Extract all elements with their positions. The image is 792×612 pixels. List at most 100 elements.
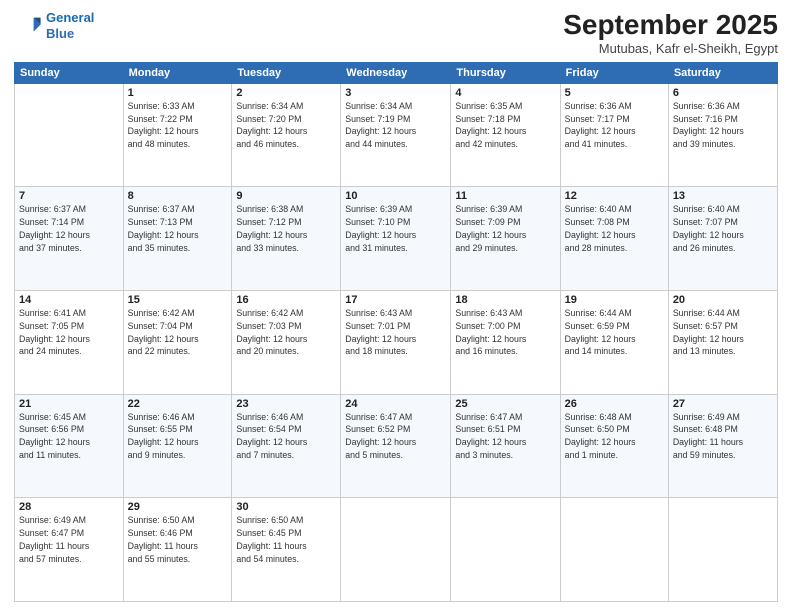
day-number: 15 (128, 294, 228, 306)
day-info: Sunrise: 6:36 AM Sunset: 7:17 PM Dayligh… (565, 100, 664, 151)
page: General Blue September 2025 Mutubas, Kaf… (0, 0, 792, 612)
day-cell: 30Sunrise: 6:50 AM Sunset: 6:45 PM Dayli… (232, 498, 341, 602)
day-number: 3 (345, 87, 446, 99)
day-number: 9 (236, 190, 336, 202)
day-number: 18 (455, 294, 555, 306)
day-cell: 12Sunrise: 6:40 AM Sunset: 7:08 PM Dayli… (560, 187, 668, 291)
day-number: 13 (673, 190, 773, 202)
day-cell: 14Sunrise: 6:41 AM Sunset: 7:05 PM Dayli… (15, 291, 124, 395)
header-day-monday: Monday (123, 62, 232, 83)
day-cell (451, 498, 560, 602)
day-cell: 15Sunrise: 6:42 AM Sunset: 7:04 PM Dayli… (123, 291, 232, 395)
day-info: Sunrise: 6:43 AM Sunset: 7:00 PM Dayligh… (455, 307, 555, 358)
day-info: Sunrise: 6:35 AM Sunset: 7:18 PM Dayligh… (455, 100, 555, 151)
day-number: 1 (128, 87, 228, 99)
logo-icon (14, 12, 42, 40)
title-block: September 2025 Mutubas, Kafr el-Sheikh, … (563, 10, 778, 56)
day-info: Sunrise: 6:42 AM Sunset: 7:04 PM Dayligh… (128, 307, 228, 358)
day-number: 17 (345, 294, 446, 306)
day-info: Sunrise: 6:50 AM Sunset: 6:45 PM Dayligh… (236, 514, 336, 565)
day-info: Sunrise: 6:46 AM Sunset: 6:54 PM Dayligh… (236, 411, 336, 462)
day-info: Sunrise: 6:40 AM Sunset: 7:07 PM Dayligh… (673, 203, 773, 254)
day-cell: 4Sunrise: 6:35 AM Sunset: 7:18 PM Daylig… (451, 83, 560, 187)
day-number: 28 (19, 501, 119, 513)
day-info: Sunrise: 6:33 AM Sunset: 7:22 PM Dayligh… (128, 100, 228, 151)
day-number: 20 (673, 294, 773, 306)
header-day-saturday: Saturday (668, 62, 777, 83)
header: General Blue September 2025 Mutubas, Kaf… (14, 10, 778, 56)
day-number: 14 (19, 294, 119, 306)
logo: General Blue (14, 10, 94, 41)
day-number: 29 (128, 501, 228, 513)
day-info: Sunrise: 6:37 AM Sunset: 7:13 PM Dayligh… (128, 203, 228, 254)
day-cell: 28Sunrise: 6:49 AM Sunset: 6:47 PM Dayli… (15, 498, 124, 602)
day-cell: 5Sunrise: 6:36 AM Sunset: 7:17 PM Daylig… (560, 83, 668, 187)
logo-line2: Blue (46, 26, 74, 41)
day-number: 11 (455, 190, 555, 202)
day-info: Sunrise: 6:50 AM Sunset: 6:46 PM Dayligh… (128, 514, 228, 565)
day-number: 22 (128, 398, 228, 410)
day-info: Sunrise: 6:40 AM Sunset: 7:08 PM Dayligh… (565, 203, 664, 254)
day-number: 7 (19, 190, 119, 202)
calendar-table: SundayMondayTuesdayWednesdayThursdayFrid… (14, 62, 778, 602)
day-number: 27 (673, 398, 773, 410)
day-cell: 23Sunrise: 6:46 AM Sunset: 6:54 PM Dayli… (232, 394, 341, 498)
day-info: Sunrise: 6:44 AM Sunset: 6:57 PM Dayligh… (673, 307, 773, 358)
day-number: 25 (455, 398, 555, 410)
header-day-wednesday: Wednesday (341, 62, 451, 83)
subtitle: Mutubas, Kafr el-Sheikh, Egypt (563, 41, 778, 56)
day-cell: 9Sunrise: 6:38 AM Sunset: 7:12 PM Daylig… (232, 187, 341, 291)
logo-line1: General (46, 10, 94, 25)
week-row-3: 21Sunrise: 6:45 AM Sunset: 6:56 PM Dayli… (15, 394, 778, 498)
day-cell: 22Sunrise: 6:46 AM Sunset: 6:55 PM Dayli… (123, 394, 232, 498)
header-day-friday: Friday (560, 62, 668, 83)
day-cell: 1Sunrise: 6:33 AM Sunset: 7:22 PM Daylig… (123, 83, 232, 187)
day-info: Sunrise: 6:39 AM Sunset: 7:10 PM Dayligh… (345, 203, 446, 254)
header-row: SundayMondayTuesdayWednesdayThursdayFrid… (15, 62, 778, 83)
day-info: Sunrise: 6:49 AM Sunset: 6:48 PM Dayligh… (673, 411, 773, 462)
day-info: Sunrise: 6:47 AM Sunset: 6:52 PM Dayligh… (345, 411, 446, 462)
week-row-1: 7Sunrise: 6:37 AM Sunset: 7:14 PM Daylig… (15, 187, 778, 291)
day-cell: 16Sunrise: 6:42 AM Sunset: 7:03 PM Dayli… (232, 291, 341, 395)
day-info: Sunrise: 6:46 AM Sunset: 6:55 PM Dayligh… (128, 411, 228, 462)
day-info: Sunrise: 6:39 AM Sunset: 7:09 PM Dayligh… (455, 203, 555, 254)
day-cell: 25Sunrise: 6:47 AM Sunset: 6:51 PM Dayli… (451, 394, 560, 498)
week-row-2: 14Sunrise: 6:41 AM Sunset: 7:05 PM Dayli… (15, 291, 778, 395)
day-info: Sunrise: 6:49 AM Sunset: 6:47 PM Dayligh… (19, 514, 119, 565)
day-number: 8 (128, 190, 228, 202)
day-cell: 29Sunrise: 6:50 AM Sunset: 6:46 PM Dayli… (123, 498, 232, 602)
header-day-thursday: Thursday (451, 62, 560, 83)
day-number: 24 (345, 398, 446, 410)
day-cell (668, 498, 777, 602)
day-number: 19 (565, 294, 664, 306)
week-row-0: 1Sunrise: 6:33 AM Sunset: 7:22 PM Daylig… (15, 83, 778, 187)
day-info: Sunrise: 6:34 AM Sunset: 7:19 PM Dayligh… (345, 100, 446, 151)
day-cell: 7Sunrise: 6:37 AM Sunset: 7:14 PM Daylig… (15, 187, 124, 291)
day-number: 5 (565, 87, 664, 99)
week-row-4: 28Sunrise: 6:49 AM Sunset: 6:47 PM Dayli… (15, 498, 778, 602)
day-number: 4 (455, 87, 555, 99)
day-info: Sunrise: 6:42 AM Sunset: 7:03 PM Dayligh… (236, 307, 336, 358)
day-info: Sunrise: 6:47 AM Sunset: 6:51 PM Dayligh… (455, 411, 555, 462)
day-number: 2 (236, 87, 336, 99)
day-cell: 6Sunrise: 6:36 AM Sunset: 7:16 PM Daylig… (668, 83, 777, 187)
day-number: 23 (236, 398, 336, 410)
day-info: Sunrise: 6:36 AM Sunset: 7:16 PM Dayligh… (673, 100, 773, 151)
day-cell: 8Sunrise: 6:37 AM Sunset: 7:13 PM Daylig… (123, 187, 232, 291)
day-number: 12 (565, 190, 664, 202)
day-cell (341, 498, 451, 602)
day-cell: 18Sunrise: 6:43 AM Sunset: 7:00 PM Dayli… (451, 291, 560, 395)
day-cell: 27Sunrise: 6:49 AM Sunset: 6:48 PM Dayli… (668, 394, 777, 498)
header-day-tuesday: Tuesday (232, 62, 341, 83)
day-cell: 2Sunrise: 6:34 AM Sunset: 7:20 PM Daylig… (232, 83, 341, 187)
header-day-sunday: Sunday (15, 62, 124, 83)
day-info: Sunrise: 6:44 AM Sunset: 6:59 PM Dayligh… (565, 307, 664, 358)
day-cell: 20Sunrise: 6:44 AM Sunset: 6:57 PM Dayli… (668, 291, 777, 395)
day-info: Sunrise: 6:41 AM Sunset: 7:05 PM Dayligh… (19, 307, 119, 358)
day-info: Sunrise: 6:34 AM Sunset: 7:20 PM Dayligh… (236, 100, 336, 151)
day-number: 16 (236, 294, 336, 306)
day-cell: 3Sunrise: 6:34 AM Sunset: 7:19 PM Daylig… (341, 83, 451, 187)
day-info: Sunrise: 6:45 AM Sunset: 6:56 PM Dayligh… (19, 411, 119, 462)
day-cell: 17Sunrise: 6:43 AM Sunset: 7:01 PM Dayli… (341, 291, 451, 395)
day-info: Sunrise: 6:48 AM Sunset: 6:50 PM Dayligh… (565, 411, 664, 462)
